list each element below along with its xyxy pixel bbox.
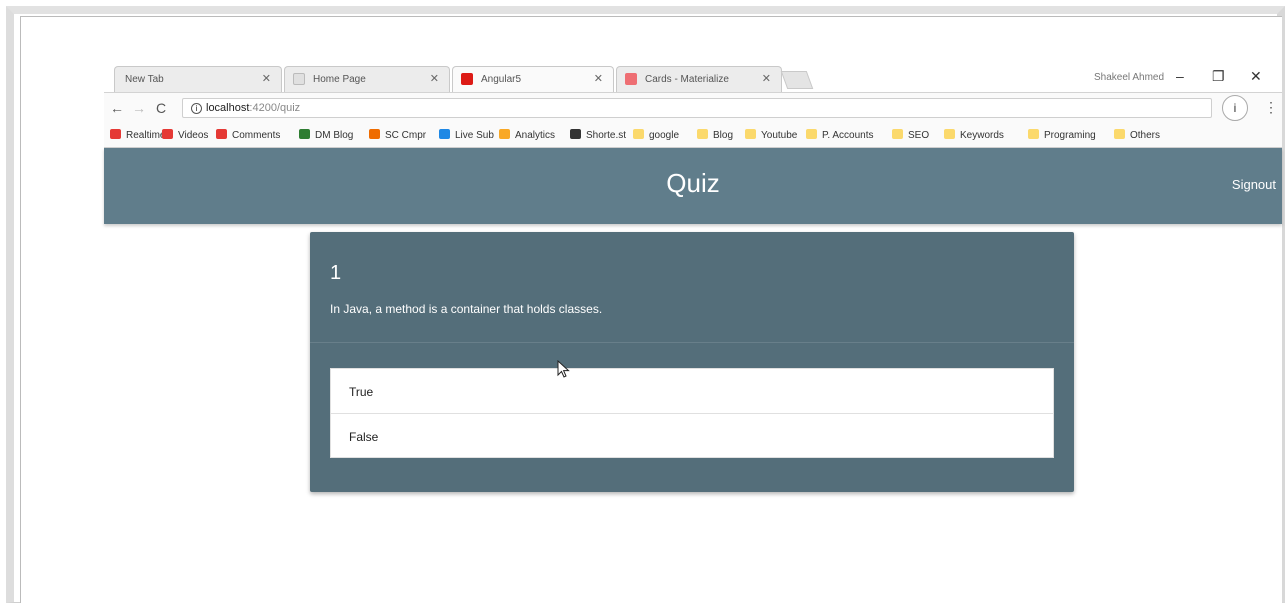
bookmark-shorte-st[interactable]: Shorte.st (570, 129, 626, 141)
bookmark-sc-cmpr[interactable]: SC Cmpr (369, 129, 426, 141)
folder-icon (633, 129, 644, 139)
bookmark-google[interactable]: google (633, 129, 679, 141)
folder-icon (806, 129, 817, 139)
bookmark-youtube[interactable]: Youtube (745, 129, 797, 141)
bookmark-label: Shorte.st (586, 130, 627, 141)
address-bar[interactable]: i localhost:4200/quiz (182, 98, 1212, 118)
bookmark-videos[interactable]: Videos (162, 129, 208, 141)
back-icon[interactable]: ← (110, 100, 124, 116)
question-number: 1 (330, 262, 342, 284)
profile-name[interactable]: Shakeel Ahmed (1094, 72, 1164, 83)
toolbar: ← → C i localhost:4200/quiz i ⋮ (104, 92, 1282, 122)
browser-window: New Tab ✕ Home Page ✕ Angular5 ✕ Cards -… (104, 58, 1282, 603)
bookmark-label: Videos (178, 130, 209, 141)
bookmark-seo[interactable]: SEO (892, 129, 929, 141)
bookmark-comments[interactable]: Comments (216, 129, 280, 141)
bookmark-analytics[interactable]: Analytics (499, 129, 555, 141)
bookmark-icon (299, 129, 310, 139)
menu-icon[interactable]: ⋮ (1264, 99, 1278, 116)
close-icon[interactable]: ✕ (430, 72, 439, 85)
close-window-icon[interactable]: ✕ (1250, 68, 1262, 85)
question-text: In Java, a method is a container that ho… (330, 302, 603, 316)
tab-label: Home Page (313, 74, 366, 85)
folder-icon (944, 129, 955, 139)
bookmark-label: Youtube (761, 130, 798, 141)
tab-label: Cards - Materialize (645, 74, 729, 85)
bookmark-icon (570, 129, 581, 139)
new-tab-button[interactable] (780, 71, 814, 89)
page-icon (293, 73, 305, 85)
minimize-icon[interactable]: – (1176, 68, 1184, 84)
restore-icon[interactable]: ❐ (1212, 68, 1225, 85)
folder-icon (697, 129, 708, 139)
bookmark-icon (369, 129, 380, 139)
url-host: localhost (206, 102, 250, 114)
divider (310, 342, 1074, 343)
bookmark-label: Keywords (960, 130, 1004, 141)
bookmark-others[interactable]: Others (1114, 129, 1160, 141)
bookmark-icon (162, 129, 173, 139)
tab-cards-materialize[interactable]: Cards - Materialize ✕ (616, 66, 782, 92)
answer-option-false[interactable]: False (331, 413, 1053, 457)
bookmark-label: Others (1130, 130, 1161, 141)
bookmark-keywords[interactable]: Keywords (944, 129, 1004, 141)
bookmark-label: P. Accounts (822, 130, 874, 141)
folder-icon (1114, 129, 1125, 139)
bookmark-label: SEO (908, 130, 930, 141)
bookmark-icon (499, 129, 510, 139)
bookmark-label: Realtime (126, 130, 166, 141)
bookmark-label: Live Sub (455, 130, 494, 141)
tab-new-tab[interactable]: New Tab ✕ (114, 66, 282, 92)
tab-label: New Tab (125, 74, 164, 85)
tab-label: Angular5 (481, 74, 522, 85)
materialize-icon (625, 73, 637, 85)
reload-icon[interactable]: C (156, 100, 166, 116)
bookmark-label: Blog (713, 130, 734, 141)
bookmarks-bar: Realtime Videos Comments DM Blog SC Cmpr Live… (104, 122, 1282, 148)
folder-icon (745, 129, 756, 139)
bookmark-dm-blog[interactable]: DM Blog (299, 129, 353, 141)
forward-icon[interactable]: → (132, 100, 146, 116)
tab-angular5[interactable]: Angular5 ✕ (452, 66, 614, 92)
page-title: Quiz (666, 168, 720, 198)
bookmark-label: SC Cmpr (385, 130, 427, 141)
info-icon[interactable]: i (191, 103, 202, 114)
app-header: Quiz Signout (104, 148, 1282, 224)
signout-link[interactable]: Signout (1232, 177, 1276, 192)
folder-icon (1028, 129, 1039, 139)
bookmark-label: Comments (232, 130, 281, 141)
url-path: :4200/quiz (249, 102, 301, 114)
bookmark-label: Programing (1044, 130, 1096, 141)
bookmark-label: DM Blog (315, 130, 354, 141)
tab-home-page[interactable]: Home Page ✕ (284, 66, 450, 92)
bookmark-icon (110, 129, 121, 139)
bookmark-icon (216, 129, 227, 139)
answer-option-true[interactable]: True (331, 369, 1053, 413)
angular-icon (461, 73, 473, 85)
question-card: 1 In Java, a method is a container that … (310, 232, 1074, 492)
mouse-cursor-icon (557, 360, 570, 378)
bookmark-live-sub[interactable]: Live Sub (439, 129, 494, 141)
bookmark-realtime[interactable]: Realtime (110, 129, 165, 141)
bookmark-label: google (649, 130, 680, 141)
bookmark-icon (439, 129, 450, 139)
tab-strip: New Tab ✕ Home Page ✕ Angular5 ✕ Cards -… (104, 58, 1282, 92)
bookmark-p-accounts[interactable]: P. Accounts (806, 129, 874, 141)
bookmark-label: Analytics (515, 130, 556, 141)
bookmark-programing[interactable]: Programing (1028, 129, 1096, 141)
folder-icon (892, 129, 903, 139)
extension-info-icon[interactable]: i (1222, 95, 1248, 121)
bookmark-blog[interactable]: Blog (697, 129, 733, 141)
close-icon[interactable]: ✕ (594, 72, 603, 85)
close-icon[interactable]: ✕ (262, 72, 271, 85)
close-icon[interactable]: ✕ (762, 72, 771, 85)
answer-list: True False (330, 368, 1054, 458)
